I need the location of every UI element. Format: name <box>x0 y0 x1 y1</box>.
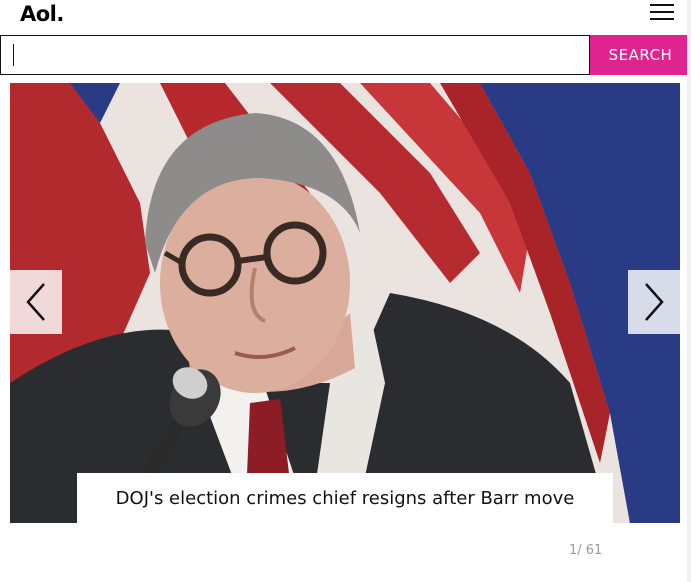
search-bar: SEARCH <box>0 35 691 75</box>
slide-caption[interactable]: DOJ's election crimes chief resigns afte… <box>77 473 613 523</box>
menu-line <box>650 18 674 20</box>
scrollbar[interactable] <box>687 0 691 582</box>
caption-text: DOJ's election crimes chief resigns afte… <box>115 487 575 509</box>
menu-line <box>650 4 674 6</box>
next-slide-button[interactable] <box>628 270 680 334</box>
previous-slide-button[interactable] <box>10 270 62 334</box>
header: Aol. <box>0 0 691 32</box>
slideshow-image[interactable] <box>10 83 680 523</box>
slide-counter: 1/ 61 <box>569 543 603 558</box>
chevron-right-icon <box>645 283 664 321</box>
search-input[interactable] <box>0 35 590 75</box>
menu-line <box>650 11 674 13</box>
aol-logo[interactable]: Aol. <box>20 2 64 26</box>
text-caret <box>13 44 14 66</box>
news-photo <box>10 83 680 523</box>
search-button[interactable]: SEARCH <box>590 35 691 75</box>
chevron-left-icon <box>26 283 45 321</box>
hamburger-menu-icon[interactable] <box>648 3 678 23</box>
